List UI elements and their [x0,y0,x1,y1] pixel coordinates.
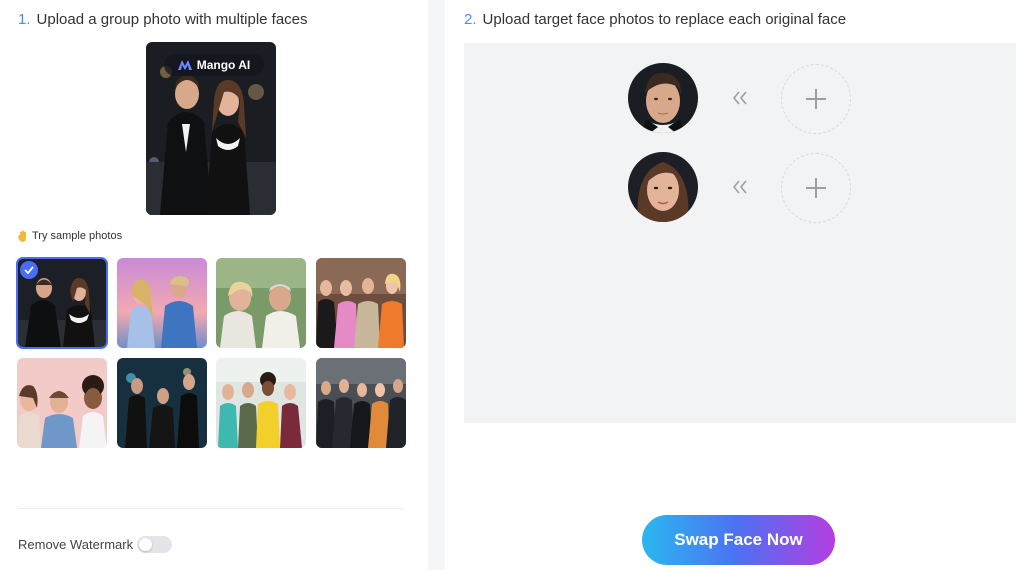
sample-photo-5[interactable] [17,358,107,448]
toggle-knob [139,538,152,551]
chevrons-left-icon [732,180,747,194]
sample-photo-3[interactable] [216,258,306,348]
remove-watermark-label: Remove Watermark [18,537,134,552]
swap-face-now-button[interactable]: Swap Face Now [642,515,835,565]
try-sample-label: Try sample photos [18,230,122,242]
brand-name: Mango AI [196,58,251,72]
target-face-1-upload[interactable] [781,64,851,134]
main-group-photo[interactable]: Mango AI [146,42,276,215]
sample-photo-2[interactable] [117,258,207,348]
remove-watermark-toggle[interactable] [137,536,172,553]
chevrons-left-icon [732,91,747,105]
try-sample-text: Try sample photos [32,230,123,242]
step2-title: 2. Upload target face photos to replace e… [464,11,846,28]
original-face-1 [628,63,698,133]
add-icon [806,89,826,109]
step1-text: Upload a group photo with multiple faces [36,11,308,28]
add-icon [806,178,826,198]
sample-photo-4[interactable] [316,258,406,348]
divider [18,508,404,509]
sample-photo-1[interactable] [16,257,108,349]
mango-logo-icon [177,60,192,70]
step1-number: 1. [18,11,31,28]
target-face-2-upload[interactable] [781,153,851,223]
step2-number: 2. [464,11,477,28]
sample-photo-7[interactable] [216,358,306,448]
brand-badge: Mango AI [164,54,264,76]
original-face-2 [628,152,698,222]
step2-text: Upload target face photos to replace eac… [482,11,847,28]
step1-title: 1. Upload a group photo with multiple fac… [18,11,308,28]
hand-icon [18,230,26,242]
selected-check-icon [20,261,38,279]
sample-photo-8[interactable] [316,358,406,448]
sample-photo-6[interactable] [117,358,207,448]
